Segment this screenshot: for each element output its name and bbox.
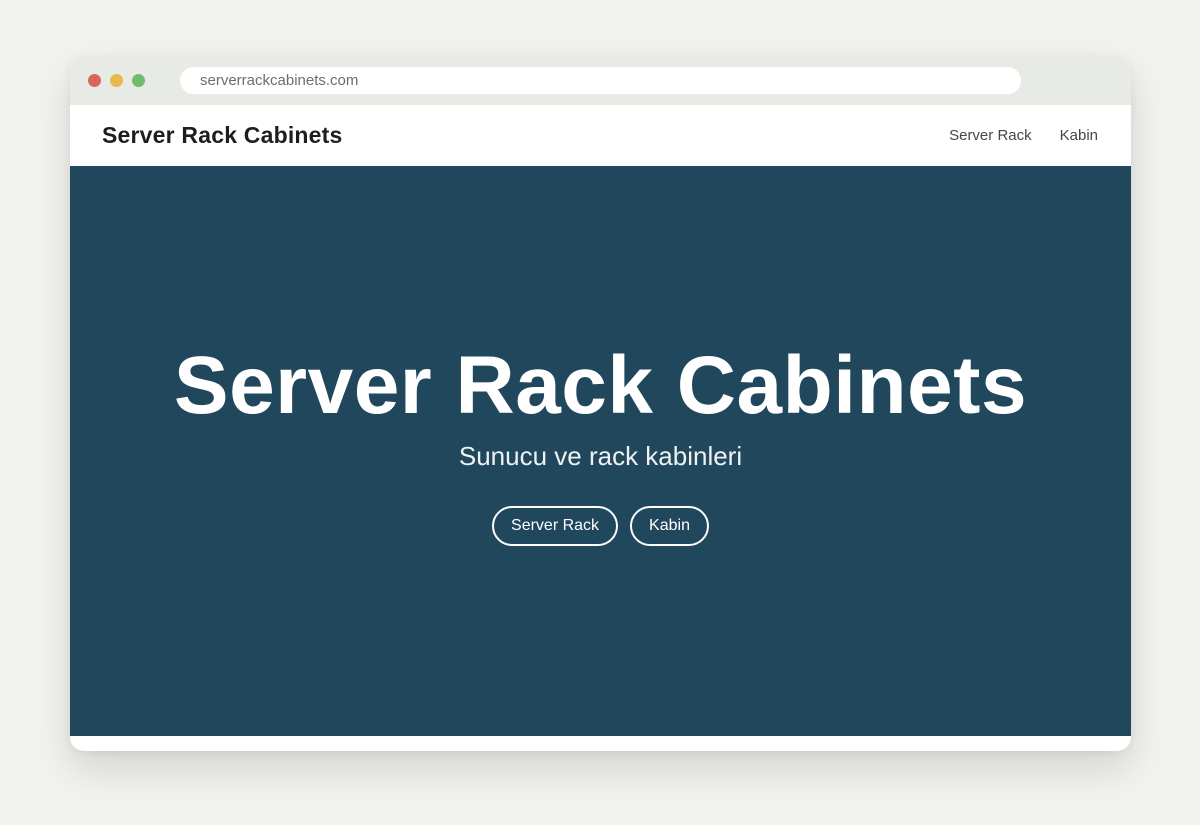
browser-chrome: serverrackcabinets.com — [70, 56, 1131, 105]
nav-link-server-rack[interactable]: Server Rack — [949, 127, 1032, 144]
site-navbar: Server Rack Cabinets Server Rack Kabin — [70, 105, 1131, 166]
close-window-dot[interactable] — [88, 74, 101, 87]
nav-link-kabin[interactable]: Kabin — [1060, 127, 1098, 144]
minimize-window-dot[interactable] — [110, 74, 123, 87]
hero-title: Server Rack Cabinets — [173, 340, 1028, 431]
browser-window: serverrackcabinets.com Server Rack Cabin… — [70, 56, 1131, 751]
hero-subtitle: Sunucu ve rack kabinleri — [458, 441, 743, 471]
hero-button-server-rack[interactable]: Server Rack — [492, 506, 619, 546]
hero-section: Server Rack Cabinets Sunucu ve rack kabi… — [70, 166, 1131, 736]
hero-button-kabin[interactable]: Kabin — [630, 506, 709, 546]
maximize-window-dot[interactable] — [132, 74, 145, 87]
hero-buttons: Server Rack Kabin — [70, 506, 1131, 546]
site-brand[interactable]: Server Rack Cabinets — [102, 105, 343, 166]
nav-links: Server Rack Kabin — [949, 105, 1098, 166]
address-bar[interactable]: serverrackcabinets.com — [180, 67, 1021, 94]
